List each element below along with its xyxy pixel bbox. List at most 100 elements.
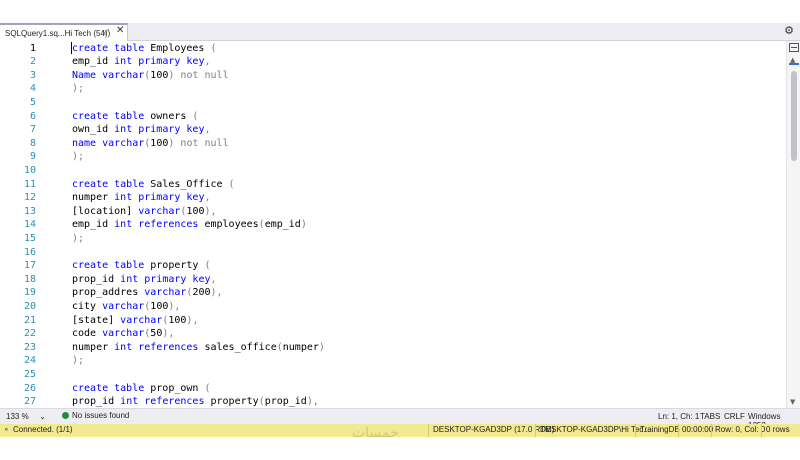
code-line[interactable]: 14 emp_id int references employees(emp_id… xyxy=(0,218,786,232)
code-text: create table owners ( xyxy=(72,110,198,124)
code-line[interactable]: 5 xyxy=(0,96,786,110)
sql-identifier: code xyxy=(72,328,103,340)
code-text: ); xyxy=(72,354,84,368)
line-ending[interactable]: CRLF xyxy=(724,412,745,421)
code-line[interactable]: 7 own_id int primary key, xyxy=(0,123,786,137)
query-tab[interactable]: SQLQuery1.sq...Hi Tech (54)) ⊥ ✕ xyxy=(0,23,128,41)
line-number: 7 xyxy=(29,124,36,136)
sql-keyword: varchar xyxy=(120,314,163,326)
code-line[interactable]: 6 create table owners ( xyxy=(0,110,786,124)
divider xyxy=(428,424,429,437)
scroll-down-icon[interactable]: ▼ xyxy=(790,398,795,406)
code-line[interactable]: 16 xyxy=(0,246,786,260)
code-text: emp_id int primary key, xyxy=(72,55,211,69)
sql-operator: ( xyxy=(228,178,235,190)
code-line[interactable]: 4); xyxy=(0,82,786,96)
connection-status-bar: ⚬ Connected. (1/1) خمسات DESKTOP-KGAD3DP… xyxy=(0,424,800,441)
sql-operator: ( xyxy=(192,110,199,122)
code-text: numper int primary key, xyxy=(72,191,211,205)
connection-icon: ⚬ xyxy=(3,425,10,434)
sql-keyword: create table xyxy=(72,42,145,54)
sql-identifier: numper xyxy=(72,192,115,204)
code-line[interactable]: 3 Name varchar(100) not null xyxy=(0,69,786,83)
code-line[interactable]: 12 numper int primary key, xyxy=(0,191,786,205)
code-line[interactable]: 22 code varchar(50), xyxy=(0,327,786,341)
zoom-dropdown[interactable]: 133 % ⌄ xyxy=(4,411,48,422)
sql-identifier: [state] xyxy=(72,314,121,326)
user-name: DESKTOP-KGAD3DP\Hi Tec... xyxy=(540,425,650,434)
code-line[interactable]: 18 prop_id int primary key, xyxy=(0,273,786,287)
code-line[interactable]: 10 xyxy=(0,164,786,178)
line-number: 2 xyxy=(29,56,36,68)
code-line[interactable]: 17 create table property ( xyxy=(0,259,786,273)
code-line[interactable]: 11 create table Sales_Office ( xyxy=(0,178,786,192)
split-editor-icon[interactable] xyxy=(789,43,799,52)
line-number: 19 xyxy=(23,287,36,299)
sql-identifier: sales_office xyxy=(198,341,277,353)
line-number: 22 xyxy=(23,328,36,340)
sql-identifier: employees xyxy=(198,219,259,231)
issues-indicator[interactable]: No issues found xyxy=(62,411,129,420)
code-text: prop_id int primary key, xyxy=(72,273,217,287)
sql-keyword: int primary key xyxy=(114,124,205,136)
sql-operator: ) xyxy=(318,341,325,353)
code-line[interactable]: 23 numper int references sales_office(num… xyxy=(0,341,786,355)
code-line[interactable]: 8 name varchar(100) not null xyxy=(0,137,786,151)
sql-keyword: name xyxy=(72,137,103,149)
code-line[interactable]: 2 emp_id int primary key, xyxy=(0,55,786,69)
sql-keyword: int primary key xyxy=(114,56,205,68)
cursor-position[interactable]: Ln: 1, Ch: 1 xyxy=(658,412,699,421)
code-line[interactable]: 21 [state] varchar(100), xyxy=(0,314,786,328)
scrollbar-thumb[interactable] xyxy=(791,71,797,161)
sql-operator: , xyxy=(204,124,211,136)
close-icon[interactable]: ✕ xyxy=(116,25,124,36)
line-number: 4 xyxy=(29,83,36,95)
sql-keyword: varchar xyxy=(138,205,181,217)
code-text: city varchar(100), xyxy=(72,300,180,314)
gear-icon[interactable]: ⚙ xyxy=(784,24,794,37)
sql-keyword: varchar xyxy=(144,287,187,299)
connection-state: Connected. (1/1) xyxy=(13,425,73,434)
code-line[interactable]: 9); xyxy=(0,150,786,164)
code-line[interactable]: 1 create table Employees ( xyxy=(0,42,786,56)
code-line[interactable]: 25 xyxy=(0,368,786,382)
sql-operator: , xyxy=(210,273,217,285)
code-line[interactable]: 19 prop_addres varchar(200), xyxy=(0,286,786,300)
sql-keyword: varchar xyxy=(102,300,145,312)
divider xyxy=(635,424,636,437)
sql-operator: ), xyxy=(306,396,319,408)
code-text: prop_addres varchar(200), xyxy=(72,286,223,300)
sql-keyword: create table xyxy=(72,110,145,122)
code-line[interactable]: 20 city varchar(100), xyxy=(0,300,786,314)
line-number: 11 xyxy=(23,178,36,190)
line-number: 13 xyxy=(23,205,36,217)
query-editor[interactable]: 1 create table Employees (2 emp_id int pri… xyxy=(0,41,786,408)
code-line[interactable]: 15); xyxy=(0,232,786,246)
sql-identifier: numper xyxy=(282,341,319,353)
code-line[interactable]: 13 [location] varchar(100), xyxy=(0,205,786,219)
sql-keyword: int primary key xyxy=(114,192,205,204)
sql-keyword: int references xyxy=(114,341,199,353)
code-line[interactable]: 26 create table prop_own ( xyxy=(0,382,786,396)
code-line[interactable]: 24); xyxy=(0,354,786,368)
sql-operator: not null xyxy=(180,137,229,149)
vertical-scrollbar[interactable]: ▲ ▼ xyxy=(786,41,800,408)
line-number: 6 xyxy=(29,110,36,122)
sql-identifier: prop_id xyxy=(72,273,121,285)
sql-identifier: emp_id xyxy=(72,219,115,231)
sql-identifier: 100 xyxy=(150,300,169,312)
sql-operator: ); xyxy=(72,83,85,95)
line-number: 20 xyxy=(23,300,36,312)
code-line[interactable]: 27 prop_id int references property(prop_i… xyxy=(0,395,786,408)
sql-operator: ); xyxy=(72,232,85,244)
chevron-down-icon: ⌄ xyxy=(39,412,46,421)
sql-operator: ) xyxy=(300,219,307,231)
divider xyxy=(678,424,679,437)
sql-operator: ), xyxy=(186,314,199,326)
sql-operator: not null xyxy=(180,69,229,81)
sql-operator: ), xyxy=(204,205,217,217)
indent-mode[interactable]: TABS xyxy=(700,412,720,421)
sql-identifier: city xyxy=(72,300,103,312)
sql-operator: ( xyxy=(210,42,217,54)
line-number: 14 xyxy=(23,219,36,231)
